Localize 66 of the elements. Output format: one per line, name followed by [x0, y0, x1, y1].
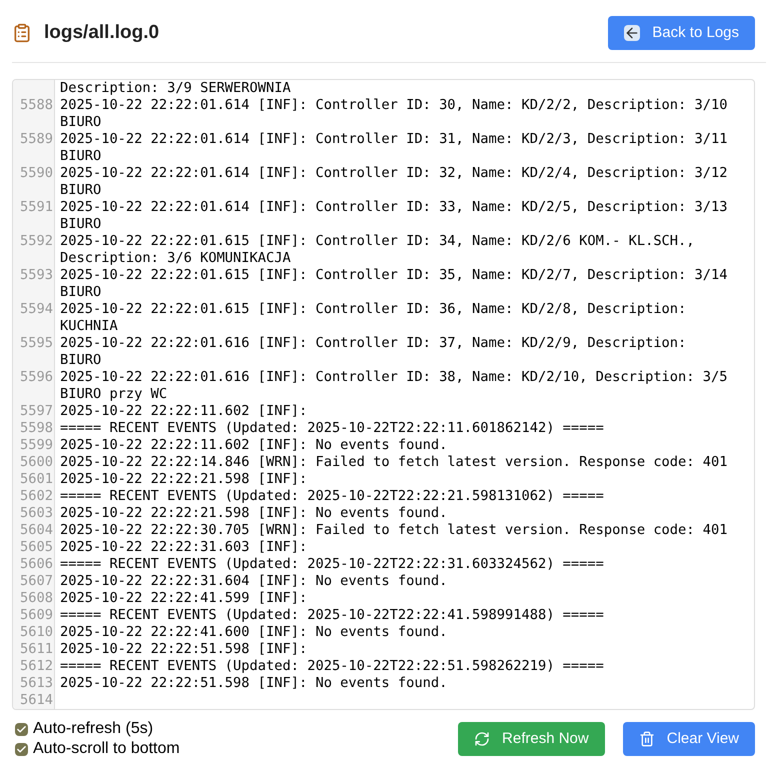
line-number: 5596 — [19, 369, 54, 387]
page-title: logs/all.log.0 — [44, 20, 160, 45]
line-number: 5612 — [19, 658, 54, 675]
line-number: 5588 — [19, 97, 54, 115]
log-line: 2025-10-22 22:22:41.600 [INF]: No events found. — [59, 624, 448, 641]
log-line: ===== RECENT EVENTS (Updated: 2025-10-22T22:22:31.603324562) ===== — [59, 556, 605, 573]
log-line: 2025-10-22 22:22:30.705 [WRN]: Failed to fetch latest version. Response code: 401 — [59, 522, 728, 539]
checkbox-label: Auto-refresh (5s) — [33, 719, 154, 739]
log-line: ===== RECENT EVENTS (Updated: 2025-10-22T22:22:21.598131062) ===== — [59, 488, 605, 505]
checkbox[interactable] — [15, 742, 28, 756]
arrow-left-icon — [624, 25, 640, 41]
line-number: 5607 — [19, 573, 54, 590]
line-number: 5610 — [19, 624, 54, 641]
checkbox-label: Auto-scroll to bottom — [33, 739, 180, 759]
line-number: 5601 — [19, 471, 54, 488]
clear-button[interactable]: Clear View — [622, 722, 755, 756]
log-line: 2025-10-22 22:22:01.614 [INF]: Controller ID: 31, Name: KD/2/3, Description: 3/11 BIURO — [59, 131, 728, 165]
line-number: 5613 — [19, 675, 54, 692]
checkbox[interactable] — [15, 722, 28, 736]
log-line: 2025-10-22 22:22:31.603 [INF]: — [59, 539, 308, 556]
log-line: 2025-10-22 22:22:01.614 [INF]: Controller ID: 32, Name: KD/2/4, Description: 3/12 BIURO — [59, 165, 728, 199]
line-number: 5603 — [19, 505, 54, 522]
log-line: 2025-10-22 22:22:01.615 [INF]: Controller ID: 34, Name: KD/2/6 KOM.- KL.SCH., Description: 3/6 KOMUNIKACJA — [59, 233, 696, 267]
line-number: 5600 — [19, 454, 54, 471]
log-line: 2025-10-22 22:22:51.598 [INF]: — [59, 641, 308, 658]
line-number: 5592 — [19, 233, 54, 251]
line-number: 5597 — [19, 403, 54, 420]
line-number: 5595 — [19, 335, 54, 353]
line-number: 5598 — [19, 420, 54, 437]
line-number: 5591 — [19, 199, 54, 217]
log-line: 2025-10-22 22:22:11.602 [INF]: No events found. — [59, 437, 448, 454]
line-number: 5604 — [19, 522, 54, 539]
log-line: ===== RECENT EVENTS (Updated: 2025-10-22T22:22:51.598262219) ===== — [59, 658, 605, 675]
log-line: 2025-10-22 22:22:21.598 [INF]: No events found. — [59, 505, 448, 522]
line-number: 5608 — [19, 590, 54, 607]
log-line: 2025-10-22 22:22:51.598 [INF]: No events found. — [59, 675, 448, 692]
log-line: 2025-10-22 22:22:41.599 [INF]: — [59, 590, 308, 607]
line-number: 5593 — [19, 267, 54, 285]
refresh-button[interactable]: Refresh Now — [458, 722, 605, 756]
line-number: 5611 — [19, 641, 54, 658]
log-line: 2025-10-22 22:22:01.615 [INF]: Controller ID: 36, Name: KD/2/8, Description: KUCHNIA — [59, 301, 688, 335]
log-line: 2025-10-22 22:22:21.598 [INF]: — [59, 471, 308, 488]
line-number: 5599 — [19, 437, 54, 454]
back-button[interactable]: Back to Logs — [608, 16, 755, 50]
line-number: 5602 — [19, 488, 54, 505]
log-line: 2025-10-22 22:22:31.604 [INF]: No events found. — [59, 573, 448, 590]
log-line: 2025-10-22 22:22:01.614 [INF]: Controller ID: 33, Name: KD/2/5, Description: 3/13 BIURO — [59, 199, 728, 233]
line-number: 5594 — [19, 301, 54, 319]
log-line: 2025-10-22 22:22:14.846 [WRN]: Failed to fetch latest version. Response code: 401 — [59, 454, 728, 471]
trash-icon — [638, 731, 655, 747]
line-number: 5609 — [19, 607, 54, 624]
line-number: 5614 — [19, 692, 54, 709]
log-line: 2025-10-22 22:22:11.602 [INF]: — [59, 403, 308, 420]
log-line: ===== RECENT EVENTS (Updated: 2025-10-22T22:22:41.598991488) ===== — [59, 607, 605, 624]
log-line: 2025-10-22 22:22:01.614 [INF]: Controller ID: 30, Name: KD/2/2, Description: 3/10 BIURO — [59, 97, 728, 131]
log-line: Description: 3/9 SERWEROWNIA — [59, 80, 291, 97]
line-number: 5606 — [19, 556, 54, 573]
log-line: 2025-10-22 22:22:01.616 [INF]: Controller ID: 38, Name: KD/2/10, Description: 3/5 BIURO przy WC — [59, 369, 728, 403]
clipboard-icon — [12, 21, 32, 45]
log-line: 2025-10-22 22:22:01.615 [INF]: Controller ID: 35, Name: KD/2/7, Description: 3/14 BIURO — [59, 267, 728, 301]
log-line: ===== RECENT EVENTS (Updated: 2025-10-22T22:22:11.601862142) ===== — [59, 420, 605, 437]
refresh-icon — [474, 731, 490, 747]
line-number: 5605 — [19, 539, 54, 556]
log-line: 2025-10-22 22:22:01.616 [INF]: Controller ID: 37, Name: KD/2/9, Description: BIURO — [59, 335, 688, 369]
line-number: 5589 — [19, 131, 54, 149]
line-number: 5590 — [19, 165, 54, 183]
